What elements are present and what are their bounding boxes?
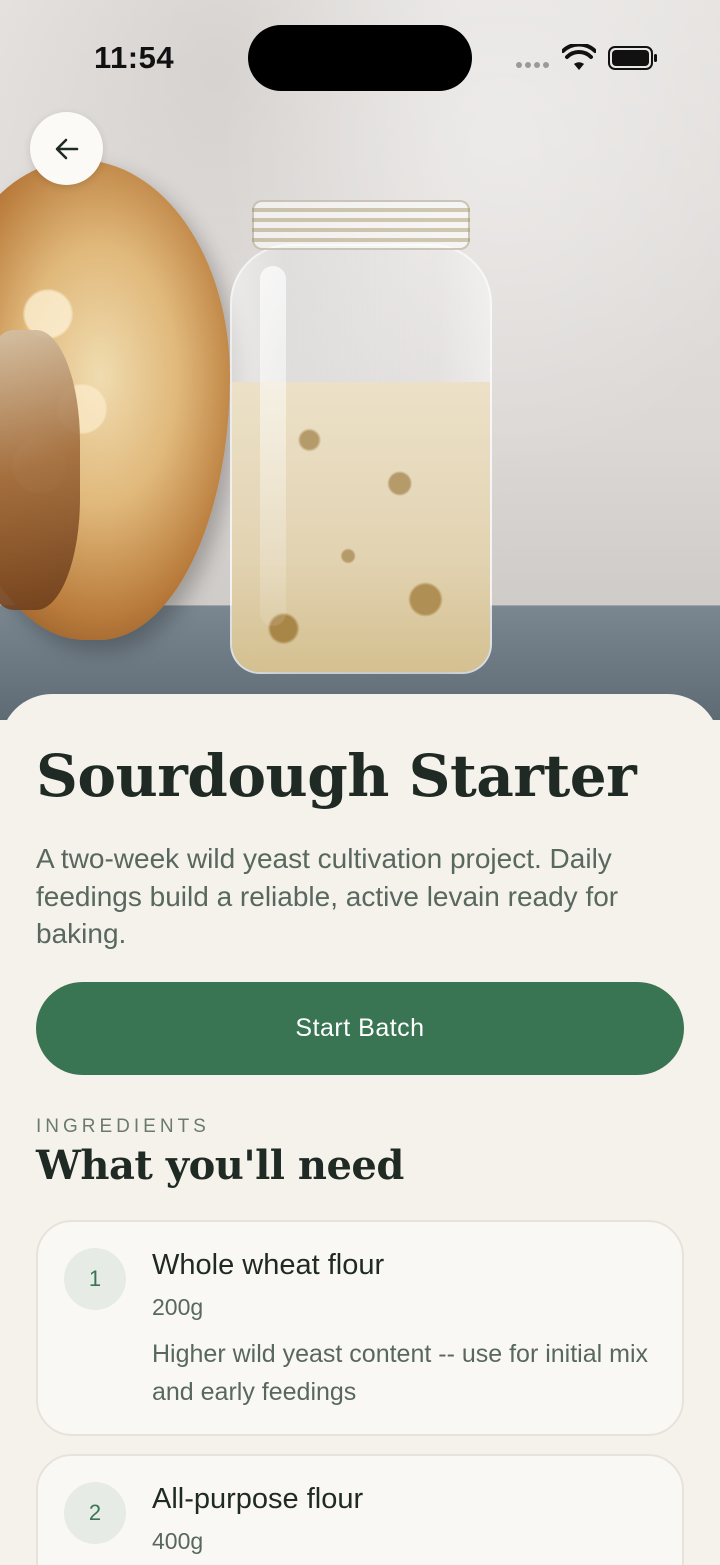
status-bar: 11:54 <box>0 0 720 110</box>
signal-icon <box>516 62 552 70</box>
ingredient-number: 1 <box>64 1248 126 1310</box>
ingredient-card[interactable]: 2 All-purpose flour 400g <box>36 1454 684 1565</box>
ingredient-name: All-purpose flour <box>152 1483 364 1515</box>
arrow-left-icon <box>55 138 78 159</box>
dynamic-island <box>248 25 472 91</box>
status-time: 11:54 <box>94 40 175 75</box>
start-batch-button[interactable]: Start Batch <box>36 982 684 1075</box>
recipe-description: A two-week wild yeast cultivation projec… <box>36 843 619 949</box>
ingredients-title: What you'll need <box>36 1142 404 1189</box>
recipe-title: Sourdough Starter <box>36 742 637 810</box>
ingredients-eyebrow: INGREDIENTS <box>36 1116 210 1137</box>
ingredient-quantity: 400g <box>152 1528 204 1554</box>
ingredient-name: Whole wheat flour <box>152 1249 385 1281</box>
wifi-icon <box>562 44 596 70</box>
ingredient-quantity: 200g <box>152 1294 204 1320</box>
ingredient-number: 2 <box>64 1482 126 1544</box>
jar-glare <box>260 266 286 626</box>
jar-body <box>230 244 492 674</box>
ingredient-card[interactable]: 1 Whole wheat flour 200g Higher wild yea… <box>36 1220 684 1436</box>
battery-icon <box>608 46 657 70</box>
starter-jar <box>230 200 492 674</box>
back-button[interactable] <box>30 112 103 185</box>
ingredient-note: Higher wild yeast content -- use for ini… <box>152 1340 649 1406</box>
jar-rim <box>252 200 470 250</box>
bread-crust <box>0 330 80 610</box>
